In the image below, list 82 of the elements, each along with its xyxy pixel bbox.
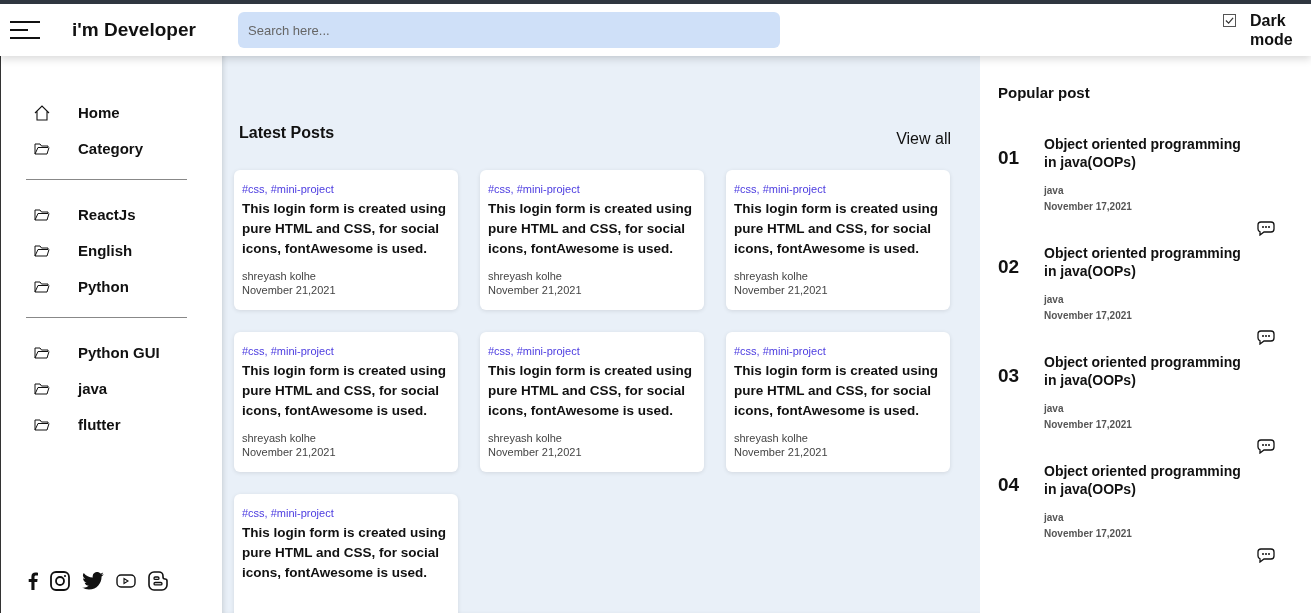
popular-post-title[interactable]: Object oriented programming in java(OOPs) — [1044, 462, 1254, 498]
post-title[interactable]: This login form is created using pure HTML and CSS, for social icons, fontAwesome is used. — [734, 361, 942, 421]
post-card[interactable]: #css, #mini-project This login form is created using pure HTML and CSS, for social icons, fontAwesome is used. shreyash kolhe November 21,2021 — [726, 332, 950, 472]
folder-icon — [34, 280, 50, 293]
post-number: 01 — [998, 147, 1021, 169]
sidebar-item[interactable]: Home — [34, 104, 187, 121]
post-date: November 17,2021 — [1044, 527, 1133, 541]
folder-icon — [34, 382, 50, 395]
sidebar-item[interactable]: flutter — [34, 416, 187, 433]
post-title[interactable]: This login form is created using pure HTML and CSS, for social icons, fontAwesome is used. — [242, 523, 450, 583]
folder-icon — [34, 244, 50, 257]
sidebar-item[interactable]: ReactJs — [34, 206, 187, 223]
post-tags[interactable]: #css, #mini-project — [242, 507, 450, 519]
folder-icon — [34, 208, 50, 221]
post-category: java — [1044, 293, 1065, 307]
popular-post-title[interactable]: Object oriented programming in java(OOPs) — [1044, 353, 1254, 389]
post-title[interactable]: This login form is created using pure HTML and CSS, for social icons, fontAwesome is used. — [488, 199, 696, 259]
blog-icon[interactable] — [148, 571, 168, 591]
popular-post-title[interactable]: Object oriented programming in java(OOPs) — [1044, 244, 1254, 280]
comment-icon[interactable] — [1257, 221, 1275, 236]
post-category: java — [1044, 402, 1065, 416]
post-number: 04 — [998, 474, 1021, 496]
video-play-icon[interactable] — [116, 574, 136, 588]
facebook-icon[interactable] — [28, 572, 38, 590]
popular-post-title[interactable]: Object oriented programming in java(OOPs) — [1044, 135, 1254, 171]
popular-title: Popular post — [998, 84, 1091, 101]
menu-icon[interactable] — [10, 21, 40, 39]
post-card[interactable]: #css, #mini-project This login form is created using pure HTML and CSS, for social icons, fontAwesome is used. shreyash kolhe November 21,2021 — [726, 170, 950, 310]
folder-icon — [34, 142, 50, 155]
post-author: shreyash kolhe — [488, 431, 563, 445]
home-icon — [34, 104, 50, 121]
post-date: November 21,2021 — [734, 445, 829, 459]
post-tags[interactable]: #css, #mini-project — [242, 183, 450, 195]
post-tags[interactable]: #css, #mini-project — [734, 345, 942, 357]
post-title[interactable]: This login form is created using pure HTML and CSS, for social icons, fontAwesome is used. — [488, 361, 696, 421]
post-card[interactable]: #css, #mini-project This login form is created using pure HTML and CSS, for social icons, fontAwesome is used. shreyash kolhe November 21,2021 — [480, 170, 704, 310]
bird-icon[interactable] — [82, 572, 104, 590]
post-date: November 21,2021 — [242, 283, 337, 297]
post-card[interactable]: #css, #mini-project This login form is created using pure HTML and CSS, for social icons, fontAwesome is used. shreyash kolhe November 21,2021 — [234, 170, 458, 310]
post-author: shreyash kolhe — [242, 269, 317, 283]
post-number: 02 — [998, 256, 1021, 278]
post-card[interactable]: #css, #mini-project This login form is created using pure HTML and CSS, for social icons, fontAwesome is used. shreyash kolhe November 21,2021 — [234, 332, 458, 472]
folder-icon — [34, 418, 50, 431]
post-title[interactable]: This login form is created using pure HTML and CSS, for social icons, fontAwesome is used. — [242, 361, 450, 421]
post-date: November 21,2021 — [488, 283, 583, 297]
post-date: November 17,2021 — [1044, 309, 1133, 323]
sidebar-item[interactable]: Python GUI — [34, 344, 187, 361]
post-date: November 21,2021 — [488, 445, 583, 459]
post-tags[interactable]: #css, #mini-project — [488, 345, 696, 357]
dark-mode-toggle[interactable]: Dark mode — [1213, 11, 1291, 49]
sidebar-item[interactable]: English — [34, 242, 187, 259]
search-field[interactable]: Search here... — [238, 12, 780, 48]
post-card[interactable]: #css, #mini-project This login form is created using pure HTML and CSS, for social icons, fontAwesome is used. shreyash kolhe November 21,2021 — [480, 332, 704, 472]
post-tags[interactable]: #css, #mini-project — [734, 183, 942, 195]
post-author: shreyash kolhe — [242, 431, 317, 445]
post-number: 03 — [998, 365, 1021, 387]
post-category: java — [1044, 511, 1065, 525]
sidebar-item[interactable]: Python — [34, 278, 187, 295]
comment-icon[interactable] — [1257, 330, 1275, 345]
post-date: November 17,2021 — [1044, 418, 1133, 432]
post-author: shreyash kolhe — [488, 269, 563, 283]
post-tags[interactable]: #css, #mini-project — [488, 183, 696, 195]
comment-icon[interactable] — [1257, 439, 1275, 454]
checkbox[interactable] — [1223, 14, 1236, 27]
instagram-icon[interactable] — [50, 571, 70, 591]
site-title[interactable]: i'm Developer — [72, 19, 238, 41]
section-title: Latest Posts — [239, 124, 335, 142]
post-tags[interactable]: #css, #mini-project — [242, 345, 450, 357]
post-date: November 17,2021 — [1044, 200, 1133, 214]
post-category: java — [1044, 184, 1065, 198]
post-author: shreyash kolhe — [734, 431, 809, 445]
comment-icon[interactable] — [1257, 548, 1275, 563]
post-author: shreyash kolhe — [734, 269, 809, 283]
post-date: November 21,2021 — [242, 445, 337, 459]
sidebar-item[interactable]: Category — [34, 140, 187, 157]
view-all-link[interactable]: View all — [896, 130, 951, 148]
post-title[interactable]: This login form is created using pure HTML and CSS, for social icons, fontAwesome is used. — [734, 199, 942, 259]
folder-icon — [34, 346, 50, 359]
post-title[interactable]: This login form is created using pure HTML and CSS, for social icons, fontAwesome is used. — [242, 199, 450, 259]
sidebar-item[interactable]: java — [34, 380, 187, 397]
post-card[interactable]: #css, #mini-project This login form is created using pure HTML and CSS, for social icons, fontAwesome is used. — [234, 494, 458, 613]
post-date: November 21,2021 — [734, 283, 829, 297]
